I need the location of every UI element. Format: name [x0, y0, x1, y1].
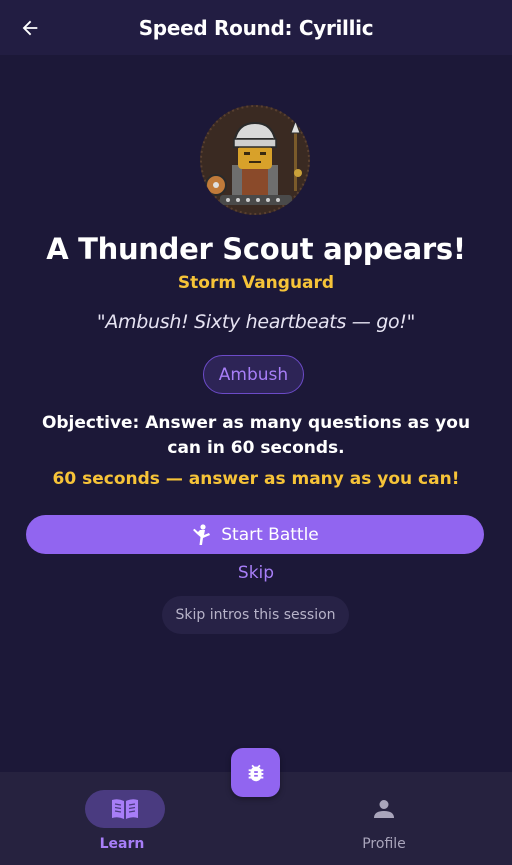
skip-button[interactable]: Skip: [0, 563, 512, 583]
start-battle-label: Start Battle: [221, 524, 319, 545]
kick-icon: [193, 523, 211, 545]
person-icon: [374, 800, 394, 818]
nav-item-profile[interactable]: Profile: [256, 772, 512, 865]
nav-label-profile: Profile: [362, 836, 406, 852]
nav-label-learn: Learn: [99, 836, 145, 852]
nav-item-learn[interactable]: Learn: [0, 772, 256, 865]
timer-note: 60 seconds — answer as many as you can!: [52, 469, 460, 489]
encounter-panel: A Thunder Scout appears! Storm Vanguard …: [0, 55, 512, 772]
profile-icon-wrap: [364, 794, 404, 824]
back-button[interactable]: [12, 10, 48, 46]
book-icon: [112, 799, 138, 819]
encounter-heading: A Thunder Scout appears!: [46, 232, 466, 266]
bug-icon: [248, 764, 263, 781]
objective-text: Objective: Answer as many questions as y…: [41, 413, 471, 458]
debug-fab[interactable]: [231, 748, 280, 797]
start-battle-button[interactable]: Start Battle: [26, 515, 484, 554]
page-title: Speed Round: Cyrillic: [138, 15, 374, 40]
enemy-avatar: [200, 105, 310, 215]
nav-active-indicator: [85, 790, 165, 828]
enemy-quote: "Ambush! Sixty heartbeats — go!": [96, 311, 416, 333]
warrior-avatar: [200, 105, 310, 215]
enemy-title: Storm Vanguard: [177, 273, 335, 293]
skip-intros-button[interactable]: Skip intros this session: [162, 596, 349, 634]
arrow-left-icon: [22, 20, 38, 36]
app-bar: Speed Round: Cyrillic: [0, 0, 512, 55]
mode-chip: Ambush: [203, 355, 304, 394]
